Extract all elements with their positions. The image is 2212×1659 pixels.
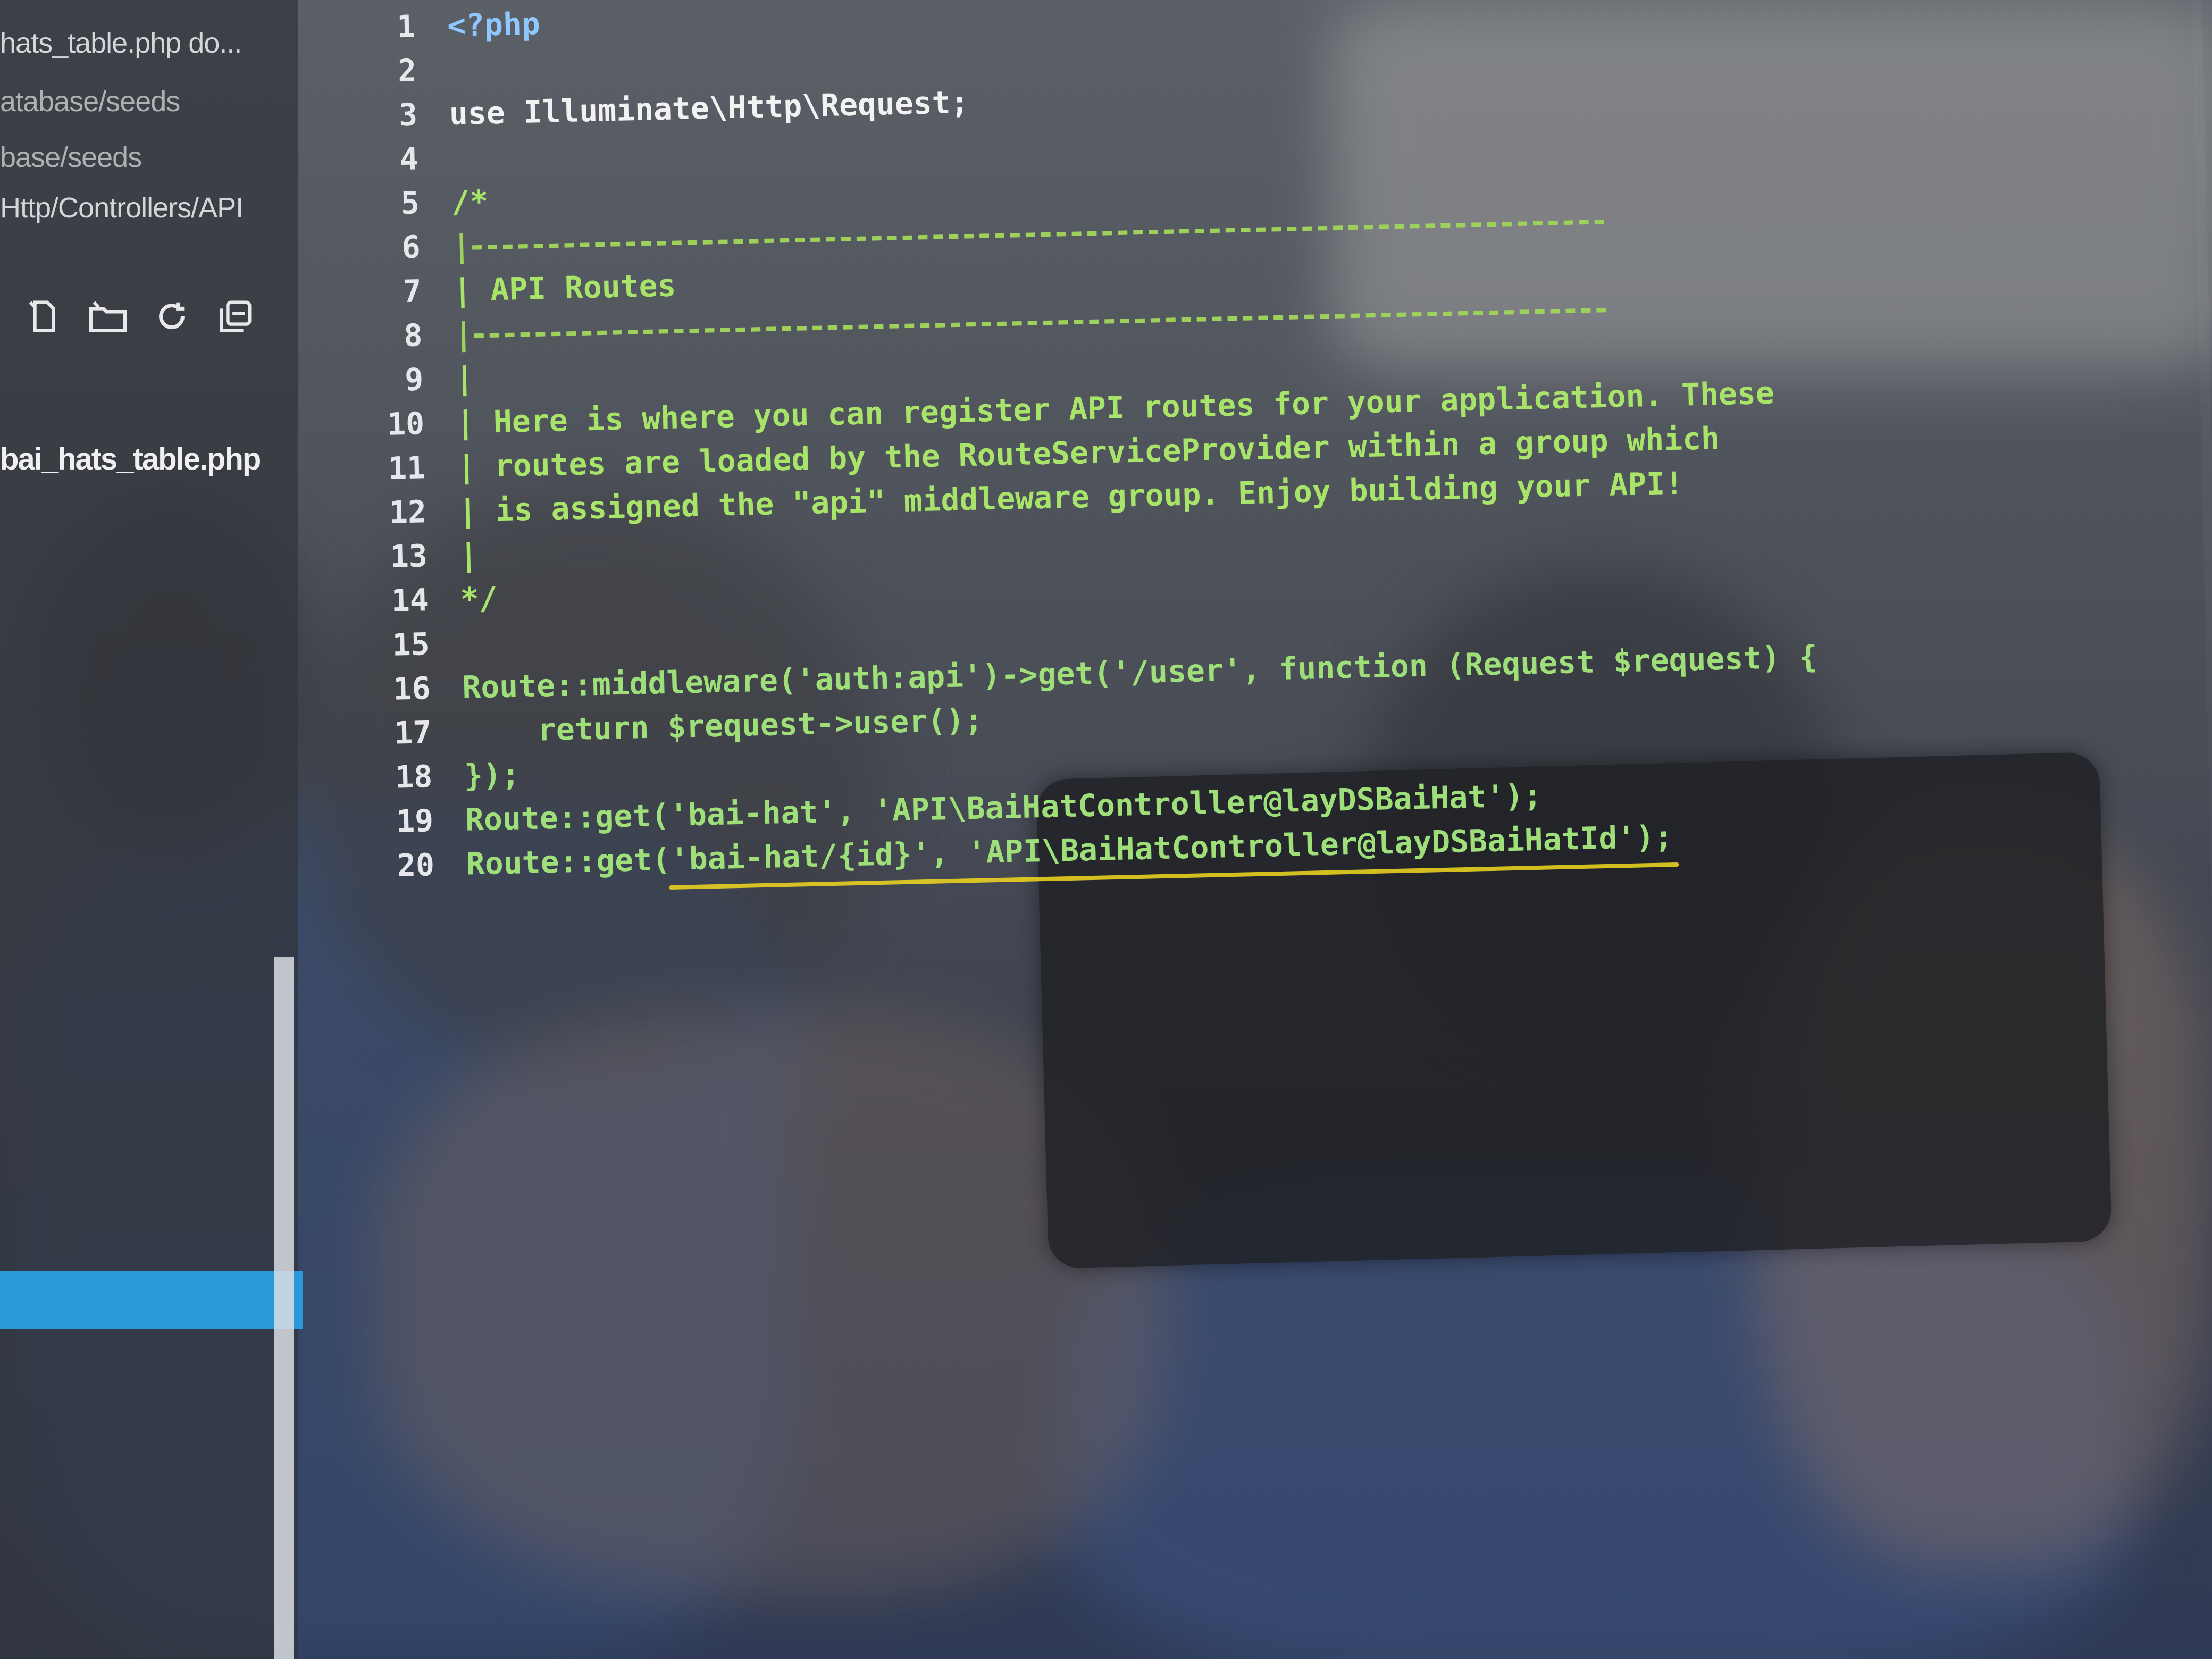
line-number: 13	[390, 538, 428, 575]
line-number: 5	[400, 185, 420, 222]
screen-photo: hats_table.php do... atabase/seeds base/…	[0, 0, 2212, 1659]
line-number: 2	[397, 52, 417, 89]
line-number: 12	[389, 493, 427, 531]
line-number: 8	[403, 317, 423, 354]
line-number: 7	[402, 273, 422, 310]
line-number: 3	[398, 96, 418, 133]
code-editor[interactable]: 1 2 3 4 5 6 7 8 9 10 11 12 13 14 15 16 17 18 19 20 <?php use…	[308, 0, 2212, 1658]
line-number: 15	[391, 626, 430, 663]
selected-item-highlight[interactable]	[0, 1271, 303, 1329]
sidebar-path-item[interactable]: atabase/seeds	[0, 85, 180, 118]
code-line[interactable]: | API Routes	[453, 267, 676, 308]
line-number: 9	[404, 361, 424, 398]
sidebar-scrollbar[interactable]	[274, 957, 294, 1659]
new-folder-icon[interactable]	[85, 294, 131, 339]
editor-scrollbar[interactable]	[2190, 0, 2212, 1616]
code-line[interactable]: |---------------------------------------…	[452, 202, 1606, 264]
line-number: 10	[387, 405, 425, 442]
sidebar-toolbar	[11, 282, 298, 351]
code-line[interactable]: /*	[451, 183, 489, 220]
line-number: 4	[399, 140, 419, 178]
line-number: 19	[396, 802, 434, 840]
sidebar-path-item[interactable]: Http/Controllers/API	[0, 191, 244, 224]
code-line[interactable]: <?php	[447, 5, 540, 44]
code-line[interactable]: Route::middleware('auth:api')->get('/use…	[462, 639, 1818, 706]
code-line[interactable]: });	[464, 756, 520, 793]
line-number: 16	[392, 670, 431, 707]
file-explorer-sidebar: hats_table.php do... atabase/seeds base/…	[0, 0, 303, 1659]
code-line[interactable]: |	[455, 360, 474, 397]
line-number: 1	[396, 8, 416, 45]
sidebar-path-item[interactable]: base/seeds	[0, 141, 142, 174]
line-number: 6	[401, 229, 421, 266]
code-line[interactable]: use Illuminate\Http\Request;	[449, 84, 969, 132]
code-line[interactable]: */	[460, 580, 498, 617]
line-number: 18	[395, 758, 433, 795]
collapse-all-icon[interactable]	[213, 294, 258, 339]
code-line[interactable]: |	[459, 537, 478, 573]
line-number: 20	[397, 847, 435, 884]
code-line[interactable]: return $request->user();	[463, 702, 983, 750]
line-number: 14	[391, 582, 429, 619]
active-file-item[interactable]: bai_hats_table.php	[0, 441, 261, 477]
new-file-icon[interactable]	[21, 294, 67, 339]
sidebar-path-item[interactable]: hats_table.php do...	[0, 27, 242, 60]
line-number: 11	[388, 449, 426, 487]
line-number: 17	[393, 714, 432, 751]
refresh-icon[interactable]	[149, 294, 195, 339]
